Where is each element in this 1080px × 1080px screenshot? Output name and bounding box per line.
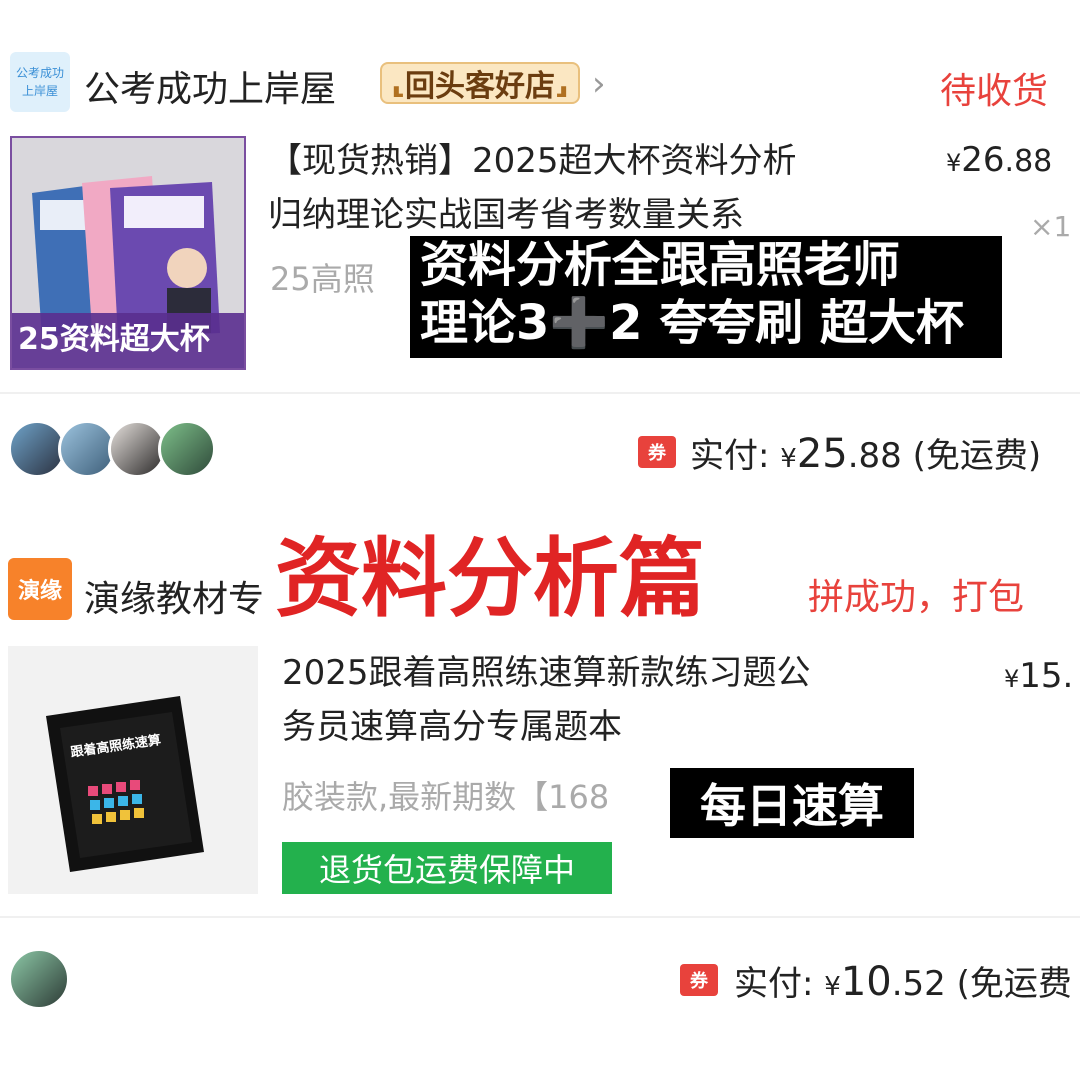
book-cover-illustration bbox=[46, 696, 204, 872]
divider bbox=[0, 916, 1080, 918]
order-status: 待收货 bbox=[940, 71, 1049, 112]
price-int: 15. bbox=[1019, 656, 1074, 696]
shop-name[interactable]: 公考成功上岸屋 bbox=[84, 60, 336, 112]
shop-logo[interactable]: 演缘 bbox=[8, 558, 72, 620]
paid-currency: ¥ bbox=[824, 972, 841, 1002]
shipping-note: (免运费 bbox=[956, 964, 1072, 1004]
shop-logo-line2: 上岸屋 bbox=[21, 84, 58, 98]
caption-line1: 资料分析全跟高照老师 bbox=[420, 237, 901, 293]
shop-logo-line1: 公考成功 bbox=[15, 66, 64, 80]
paid-currency: ¥ bbox=[780, 444, 797, 474]
price-int: 26 bbox=[961, 140, 1005, 180]
product-price: ¥26.88 bbox=[946, 140, 1052, 180]
sku-spec[interactable]: 胶装款,最新期数【168 bbox=[282, 772, 609, 818]
laurel-left-icon: ⸤ bbox=[391, 65, 405, 101]
return-shipping-badge: 退货包运费保障中 bbox=[282, 842, 612, 894]
paid-label: 实付: bbox=[734, 964, 814, 1004]
paid-amount: 实付: ¥10.52 (免运费 bbox=[734, 956, 1072, 1005]
product-title-line2: 务员速算高分专属题本 bbox=[282, 707, 622, 747]
product-price: ¥15. bbox=[1004, 656, 1073, 696]
shop-name[interactable]: 演缘教材专 bbox=[84, 570, 264, 622]
paid-amount: 实付: ¥25.88 (免运费) bbox=[690, 428, 1041, 477]
paid-dec: .52 bbox=[891, 964, 946, 1004]
product-image[interactable]: 25资料超大杯 bbox=[10, 136, 246, 370]
price-currency: ¥ bbox=[946, 149, 962, 177]
paid-label: 实付: bbox=[690, 436, 770, 476]
sku-spec[interactable]: 25高照 bbox=[270, 254, 375, 300]
product-title-line1: 【现货热销】2025超大杯资料分析 bbox=[268, 141, 797, 181]
product-title[interactable]: 【现货热销】2025超大杯资料分析 归纳理论实战国考省考数量关系 bbox=[268, 134, 918, 242]
paid-int: 10 bbox=[840, 959, 892, 1005]
product-cover-text: 25资料超大杯 bbox=[18, 322, 210, 357]
paid-int: 25 bbox=[796, 431, 848, 477]
chevron-right-icon[interactable]: › bbox=[592, 64, 606, 104]
product-title-line2: 归纳理论实战国考省考数量关系 bbox=[268, 195, 744, 235]
order-status: 拼成功，打包 bbox=[808, 577, 1025, 618]
badge-label: 回头客好店 bbox=[405, 69, 555, 104]
section-banner-title: 资料分析篇 bbox=[275, 529, 705, 629]
paid-dec: .88 bbox=[847, 436, 902, 476]
coupon-icon: 券 bbox=[680, 964, 718, 996]
caption-line2: 理论3➕2 夸夸刷 超大杯 bbox=[420, 295, 964, 351]
repeat-customer-badge: ⸤ 回头客好店 ⸥ bbox=[380, 62, 580, 104]
product-title[interactable]: 2025跟着高照练速算新款练习题公 务员速算高分专属题本 bbox=[282, 646, 982, 754]
shipping-note: (免运费) bbox=[912, 436, 1042, 476]
caption-overlay: 资料分析全跟高照老师 理论3➕2 夸夸刷 超大杯 bbox=[410, 236, 1002, 358]
caption-overlay: 每日速算 bbox=[670, 768, 914, 838]
avatar bbox=[158, 420, 216, 478]
group-buyers[interactable] bbox=[8, 420, 218, 480]
price-dec: .88 bbox=[1004, 144, 1053, 179]
price-currency: ¥ bbox=[1004, 665, 1020, 693]
laurel-right-icon: ⸥ bbox=[555, 65, 569, 101]
quantity: ×1 bbox=[1030, 210, 1072, 243]
shop-logo[interactable]: 公考成功 上岸屋 bbox=[10, 52, 70, 112]
avatar[interactable] bbox=[8, 948, 70, 1010]
coupon-icon: 券 bbox=[638, 436, 676, 468]
divider bbox=[0, 392, 1080, 394]
product-title-line1: 2025跟着高照练速算新款练习题公 bbox=[282, 653, 811, 693]
product-image[interactable]: 跟着高照练速算 bbox=[8, 646, 258, 894]
